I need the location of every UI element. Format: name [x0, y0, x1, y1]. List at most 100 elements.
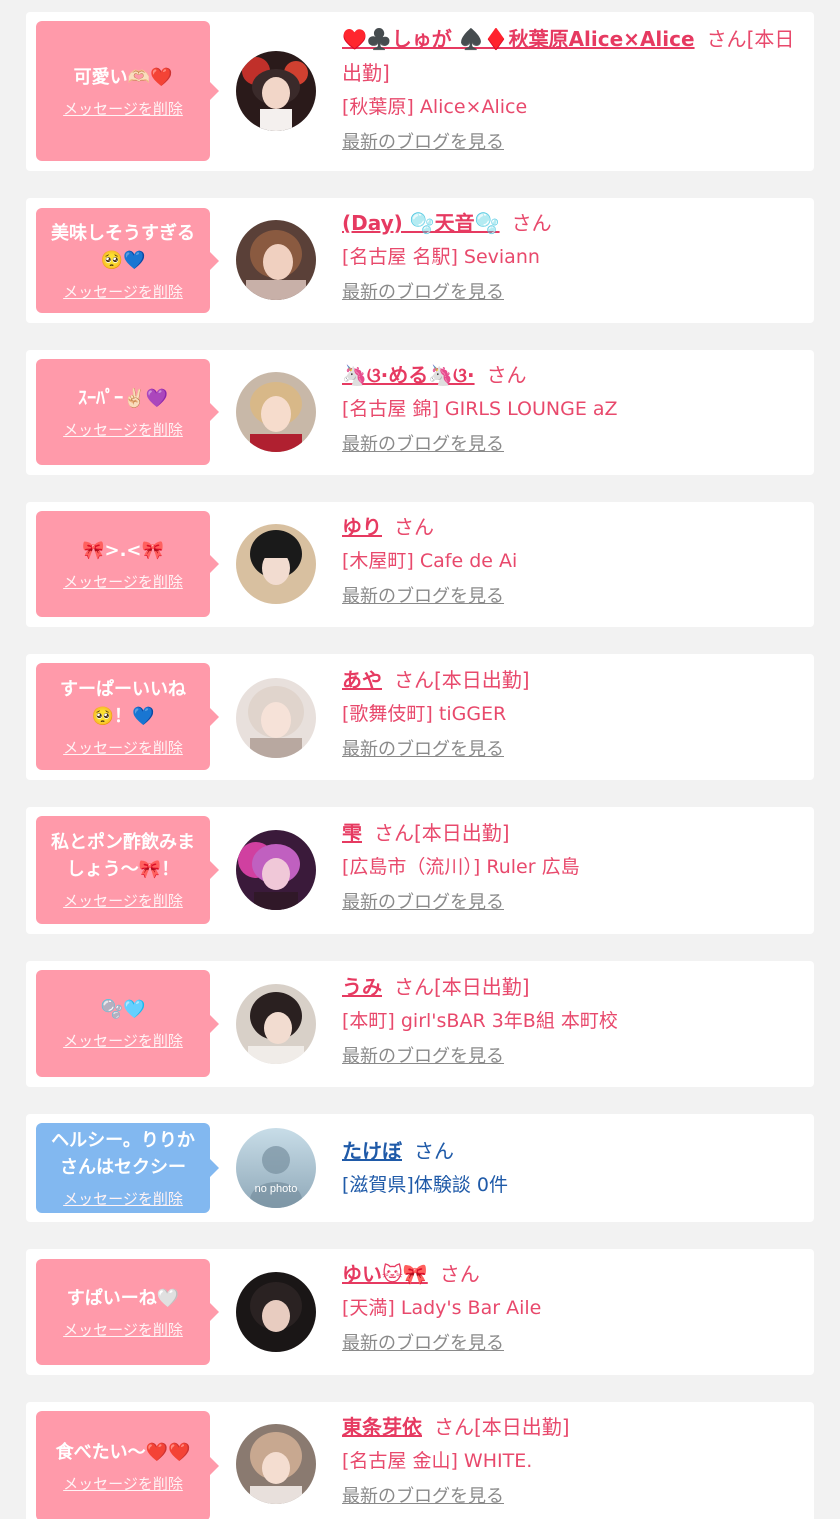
cast-info: ゆい🐱🎀 さん [天満] Lady's Bar Aile 最新のブログを見る — [342, 1257, 804, 1356]
avatar[interactable] — [236, 372, 316, 452]
message-card: 🫧🩵 メッセージを削除 うみ さん[本日出勤] [本町] girl'sBAR 3年… — [26, 961, 814, 1087]
honorific: さん — [486, 363, 527, 387]
honorific: さん — [511, 211, 552, 235]
honorific: さん — [374, 821, 414, 845]
latest-blog-link[interactable]: 最新のブログを見る — [342, 131, 504, 155]
message-card: 可愛い🫶🏻❤️ メッセージを削除 ♥️♣️しゅが ♠️♦️秋葉原Alice×Al… — [26, 12, 814, 171]
latest-blog-link[interactable]: 最新のブログを見る — [342, 738, 504, 762]
avatar[interactable] — [236, 678, 316, 758]
honorific: さん — [394, 975, 434, 999]
message-text: 可愛い🫶🏻❤️ — [73, 66, 173, 88]
shop-name: [名古屋 名駅] Seviann — [342, 246, 540, 268]
name-line: うみ さん[本日出勤] — [342, 970, 804, 1004]
avatar[interactable] — [236, 524, 316, 604]
cast-name-link[interactable]: (Day) 🫧天音🫧 — [342, 211, 500, 235]
message-text: 美味しそうすぎる🥺💙 — [51, 222, 195, 271]
delete-message-link[interactable]: メッセージを削除 — [63, 1320, 183, 1340]
cast-name-link[interactable]: ゆい🐱🎀 — [342, 1262, 428, 1286]
name-line: 東条芽依 さん[本日出勤] — [342, 1410, 804, 1444]
name-line: ゆり さん — [342, 510, 804, 544]
latest-blog-link[interactable]: 最新のブログを見る — [342, 1045, 504, 1069]
message-bubble: すーぱーいいね🥺！💙 メッセージを削除 — [36, 663, 219, 770]
message-card: すーぱーいいね🥺！💙 メッセージを削除 あや さん[本日出勤] [歌舞伎町] ti… — [26, 654, 814, 780]
avatar[interactable] — [236, 1272, 316, 1352]
message-bubble: 私とポン酢飲みましょう〜🎀！ メッセージを削除 — [36, 816, 219, 924]
message-text: 私とポン酢飲みましょう〜🎀！ — [51, 832, 195, 880]
shop-name: [木屋町] Cafe de Ai — [342, 550, 518, 572]
honorific: さん — [414, 1139, 454, 1163]
delete-message-link[interactable]: メッセージを削除 — [63, 1474, 183, 1494]
avatar-photo — [236, 984, 316, 1064]
delete-message-link[interactable]: メッセージを削除 — [63, 738, 183, 758]
avatar[interactable] — [236, 51, 316, 131]
message-bubble: ｽｰﾊﾟｰ✌🏻💜 メッセージを削除 — [36, 359, 219, 465]
cast-info: ♥️♣️しゅが ♠️♦️秋葉原Alice×Alice さん[本日出勤] [秋葉原]… — [342, 22, 804, 155]
shop-name: [歌舞伎町] tiGGER — [342, 703, 507, 725]
delete-message-link[interactable]: メッセージを削除 — [63, 1031, 183, 1051]
message-text: ｽｰﾊﾟｰ✌🏻💜 — [78, 387, 168, 409]
avatar[interactable] — [236, 220, 316, 300]
avatar-photo — [236, 1272, 316, 1352]
message-card: 食べたい〜❤️❤️ メッセージを削除 東条芽依 さん[本日出勤] [名古屋 金山]… — [26, 1402, 814, 1519]
avatar[interactable] — [236, 830, 316, 910]
message-bubble: すぱいーね🤍 メッセージを削除 — [36, 1259, 219, 1365]
latest-blog-link[interactable]: 最新のブログを見る — [342, 1332, 504, 1356]
user-name-link[interactable]: たけぼ — [342, 1139, 402, 1163]
name-line: 雫さん[本日出勤] — [342, 816, 804, 850]
shop-name: [秋葉原] Alice×Alice — [342, 96, 528, 118]
cast-name-link[interactable]: 東条芽依 — [342, 1415, 422, 1439]
delete-message-link[interactable]: メッセージを削除 — [63, 572, 183, 592]
shop-name: [本町] girl'sBAR 3年B組 本町校 — [342, 1010, 618, 1032]
latest-blog-link[interactable]: 最新のブログを見る — [342, 585, 504, 609]
avatar-photo — [236, 220, 316, 300]
no-photo-label: no photo — [255, 1183, 298, 1195]
cast-info: うみ さん[本日出勤] [本町] girl'sBAR 3年B組 本町校 最新のブロ… — [342, 970, 804, 1069]
review-count: [滋賀県]体験談 0件 — [342, 1174, 508, 1196]
cast-name-link[interactable]: 🦄ଓ·める🦄ଓ· — [342, 363, 475, 387]
name-line: あや さん[本日出勤] — [342, 663, 804, 697]
delete-message-link[interactable]: メッセージを削除 — [63, 891, 183, 911]
latest-blog-link[interactable]: 最新のブログを見る — [342, 433, 504, 457]
cast-name-link[interactable]: あや — [342, 668, 382, 692]
message-card: ｽｰﾊﾟｰ✌🏻💜 メッセージを削除 🦄ଓ·める🦄ଓ· さん [名古屋 錦] GIR… — [26, 350, 814, 475]
honorific: さん — [394, 668, 434, 692]
latest-blog-link[interactable]: 最新のブログを見る — [342, 891, 504, 915]
message-bubble: ヘルシー。りりかさんはセクシー メッセージを削除 — [36, 1123, 219, 1213]
avatar-photo — [236, 524, 316, 604]
cast-info: 東条芽依 さん[本日出勤] [名古屋 金山] WHITE. 最新のブログを見る — [342, 1410, 804, 1509]
cast-name-link[interactable]: ゆり — [342, 515, 382, 539]
shop-name: [広島市（流川）] Ruler 広島 — [342, 856, 580, 878]
latest-blog-link[interactable]: 最新のブログを見る — [342, 1485, 504, 1509]
message-text: 食べたい〜❤️❤️ — [55, 1441, 191, 1463]
avatar[interactable] — [236, 1424, 316, 1504]
message-bubble: 食べたい〜❤️❤️ メッセージを削除 — [36, 1411, 219, 1519]
cast-name-link[interactable]: うみ — [342, 975, 382, 999]
shop-name: [名古屋 金山] WHITE. — [342, 1450, 533, 1472]
avatar[interactable]: no photo — [236, 1128, 316, 1208]
name-line: (Day) 🫧天音🫧 さん — [342, 206, 804, 240]
avatar[interactable] — [236, 984, 316, 1064]
message-bubble: 美味しそうすぎる🥺💙 メッセージを削除 — [36, 208, 219, 313]
attendance-status: [本日出勤] — [434, 975, 530, 999]
no-photo-avatar-icon: no photo — [236, 1128, 316, 1208]
cast-info: あや さん[本日出勤] [歌舞伎町] tiGGER 最新のブログを見る — [342, 663, 804, 762]
shop-name: [天満] Lady's Bar Aile — [342, 1297, 542, 1319]
message-card: すぱいーね🤍 メッセージを削除 ゆい🐱🎀 さん [天満] Lady's Bar A… — [26, 1249, 814, 1375]
avatar-photo — [236, 1424, 316, 1504]
delete-message-link[interactable]: メッセージを削除 — [63, 282, 183, 302]
name-line: ゆい🐱🎀 さん — [342, 1257, 804, 1291]
avatar-photo — [236, 830, 316, 910]
cast-info: (Day) 🫧天音🫧 さん [名古屋 名駅] Seviann 最新のブログを見る — [342, 206, 804, 305]
cast-info: ゆり さん [木屋町] Cafe de Ai 最新のブログを見る — [342, 510, 804, 609]
name-line: 🦄ଓ·める🦄ଓ· さん — [342, 358, 804, 392]
user-info: たけぼ さん [滋賀県]体験談 0件 — [342, 1134, 804, 1202]
delete-message-link[interactable]: メッセージを削除 — [63, 420, 183, 440]
message-card: 🎀>.<🎀 メッセージを削除 ゆり さん [木屋町] Cafe de Ai 最新の… — [26, 502, 814, 627]
honorific: さん — [394, 515, 434, 539]
delete-message-link[interactable]: メッセージを削除 — [63, 1189, 183, 1209]
cast-name-link[interactable]: 雫 — [342, 821, 362, 845]
delete-message-link[interactable]: メッセージを削除 — [63, 99, 183, 119]
cast-name-link[interactable]: ♥️♣️しゅが ♠️♦️秋葉原Alice×Alice — [342, 27, 695, 51]
latest-blog-link[interactable]: 最新のブログを見る — [342, 281, 504, 305]
honorific: さん — [439, 1262, 480, 1286]
